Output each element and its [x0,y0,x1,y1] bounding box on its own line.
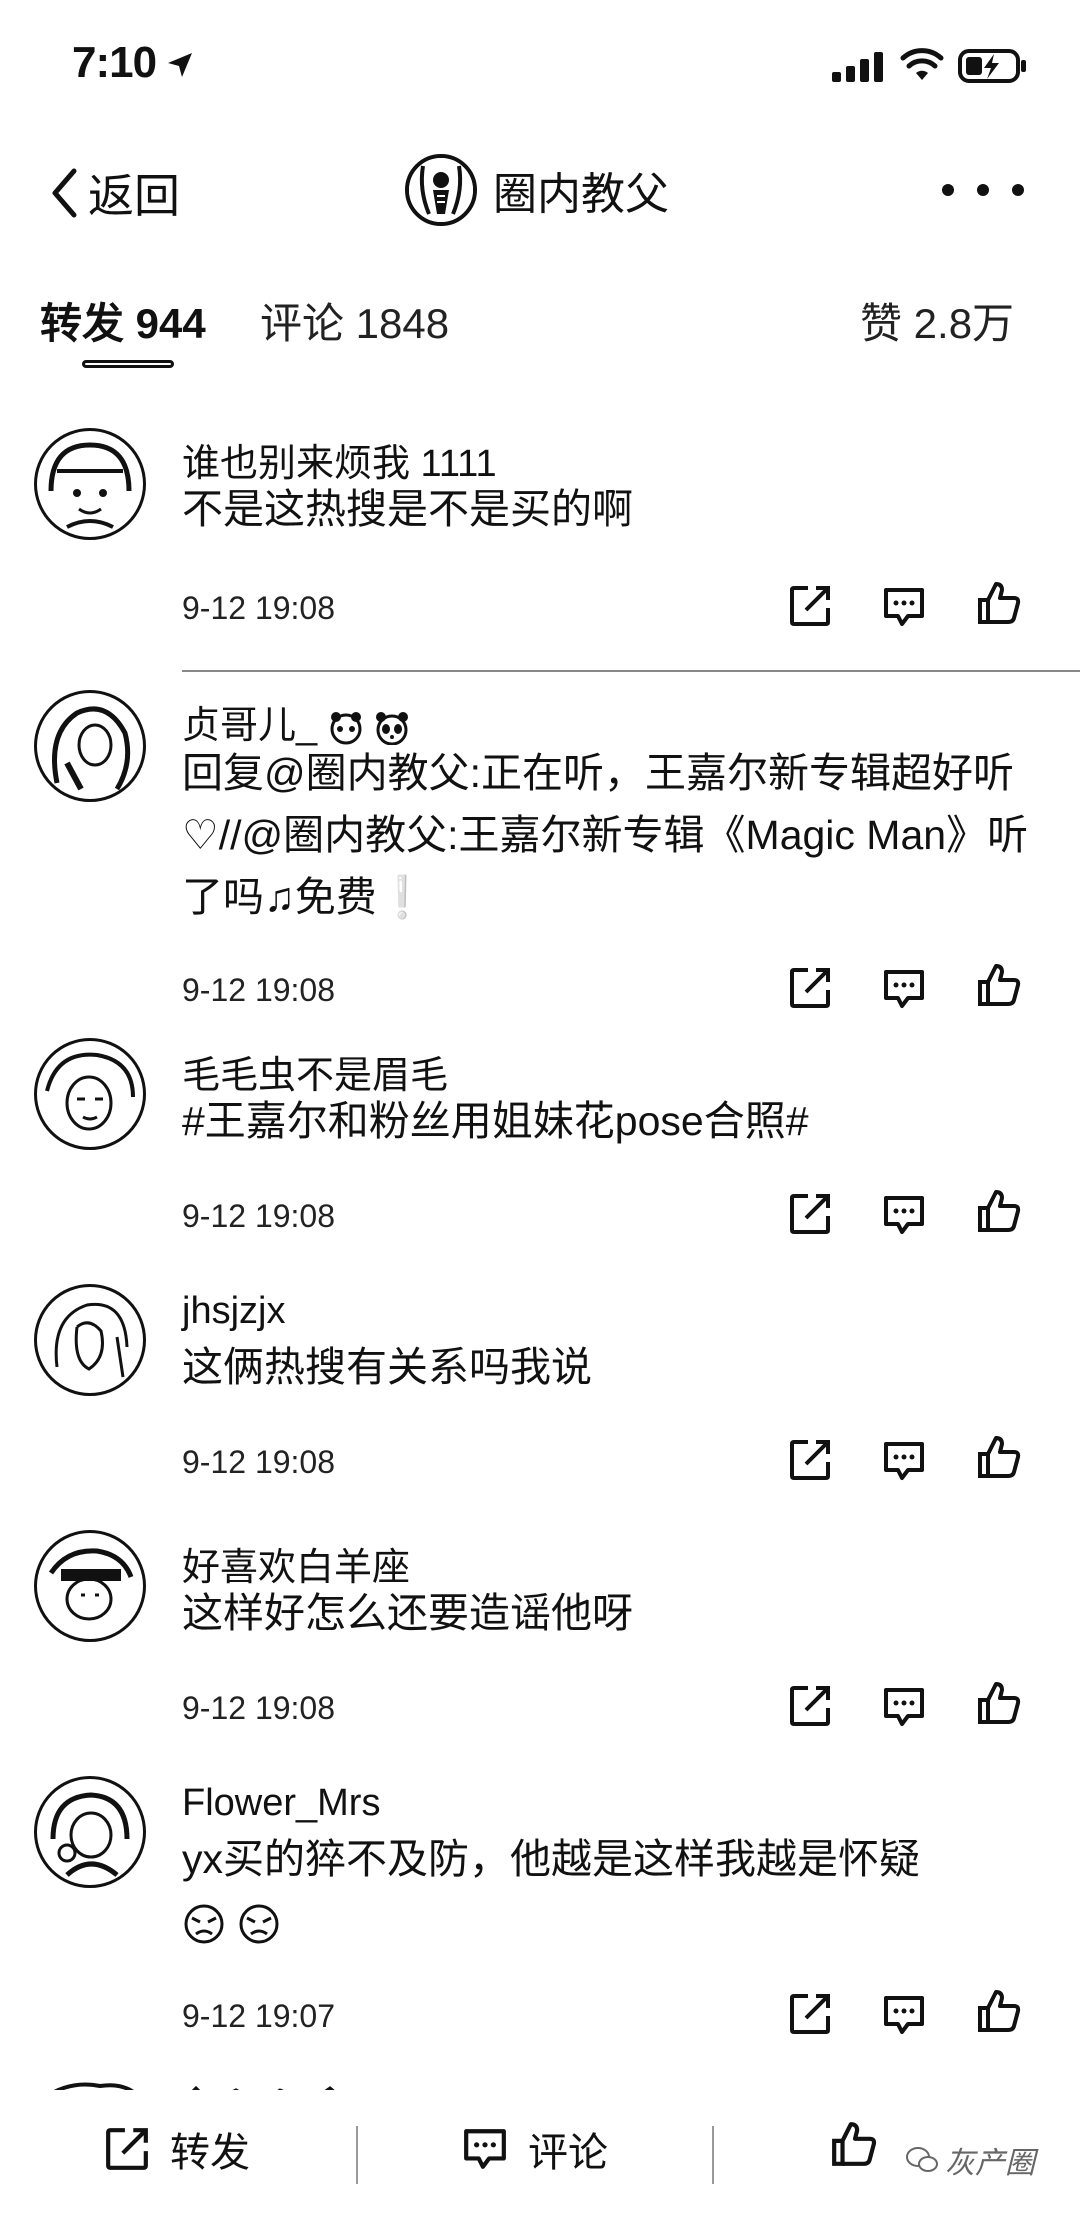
timestamp: 9-12 19:08 [182,1198,336,1234]
emoji-icon [328,711,364,745]
nav-bar: 返回 圈内教父 [0,140,1080,240]
repost-action-icon[interactable] [788,584,832,628]
repost-action-icon[interactable] [788,1192,832,1236]
avatar[interactable] [34,1530,146,1642]
username[interactable]: jhsjzjx [182,1290,285,1333]
like-action-icon[interactable] [976,962,1022,1008]
comment-action-icon[interactable] [882,968,926,1010]
back-button[interactable]: 返回 [50,160,180,226]
timestamp: 9-12 19:08 [182,1444,336,1480]
separator [712,2126,714,2184]
comment-text: 这样好怎么还要造谣他呀 [182,1590,633,1636]
comment-action-icon[interactable] [882,1994,926,2036]
like-icon [830,2120,878,2168]
like-action-icon[interactable] [976,580,1022,626]
avatar[interactable] [34,690,146,802]
like-action-icon[interactable] [976,1434,1022,1480]
watermark: 灰产圈 [905,2138,1035,2182]
account-avatar [405,154,477,226]
chevron-left-icon [50,168,78,218]
repost-action-icon[interactable] [788,1992,832,2036]
comment-text: #王嘉尔和粉丝用姐妹花pose合照# [182,1098,809,1144]
comment-text: 这俩热搜有关系吗我说 [182,1344,592,1390]
cellular-signal-icon [832,52,888,82]
repost-action-icon[interactable] [788,1684,832,1728]
more-button[interactable] [940,182,1030,198]
wifi-icon [900,48,944,82]
comment-action-icon[interactable] [882,1686,926,1728]
comment-action-icon[interactable] [882,1440,926,1482]
like-action-icon[interactable] [976,1188,1022,1234]
comment-text: yx买的猝不及防，他越是这样我越是怀疑 [182,1828,1042,1952]
wechat-icon [905,2145,939,2175]
tab-comment[interactable]: 评论 1848 [260,290,449,351]
account-header[interactable]: 圈内教父 [405,154,669,226]
page-title: 圈内教父 [493,170,669,219]
angry-face-emoji-icon [237,1902,281,1946]
tab-repost[interactable]: 转发 944 [40,290,206,351]
repost-icon [104,2126,150,2172]
like-action-icon[interactable] [976,1680,1022,1726]
repost-action-icon[interactable] [788,1438,832,1482]
bottom-repost-button[interactable]: 转发 [104,2120,250,2178]
location-arrow-icon [165,50,195,80]
username[interactable]: 贞哥儿_ [182,694,410,749]
avatar[interactable] [34,428,146,540]
avatar[interactable] [34,1284,146,1396]
battery-charging-icon [958,48,1028,84]
timestamp: 9-12 19:08 [182,1690,336,1726]
status-bar: 7:10 [0,0,1080,130]
username[interactable]: Flower_Mrs [182,1782,380,1825]
angry-face-emoji-icon [182,1902,226,1946]
avatar[interactable] [34,1038,146,1150]
tab-like[interactable]: 赞 2.8万 [860,290,1014,351]
divider [182,670,1080,672]
active-tab-indicator [82,360,174,368]
comment-text: 回复@圈内教父:正在听，王嘉尔新专辑超好听 ♡//@圈内教父:王嘉尔新专辑《Ma… [182,750,1029,920]
bottom-like-button[interactable] [830,2120,878,2168]
bottom-action-bar: 转发 评论 灰产圈 [0,2090,1080,2234]
like-action-icon[interactable] [976,1988,1022,2034]
status-time: 7:10 [72,38,157,87]
panda-emoji-icon [374,711,410,745]
bottom-repost-label: 转发 [170,2131,250,2175]
comment-action-icon[interactable] [882,586,926,628]
separator [356,2126,358,2184]
bottom-comment-button[interactable]: 评论 [462,2120,608,2178]
avatar[interactable] [34,1776,146,1888]
back-label: 返回 [88,170,180,222]
watermark-text: 灰产圈 [945,2147,1035,2180]
comment-text: 不是这热搜是不是买的啊 [182,486,633,532]
comment-icon [462,2127,508,2171]
repost-action-icon[interactable] [788,966,832,1010]
bottom-comment-label: 评论 [528,2131,608,2175]
timestamp: 9-12 19:08 [182,590,336,626]
timestamp: 9-12 19:07 [182,1998,336,2034]
tab-bar: 转发 944 评论 1848 赞 2.8万 [0,280,1080,380]
timestamp: 9-12 19:08 [182,972,336,1008]
comment-action-icon[interactable] [882,1194,926,1236]
